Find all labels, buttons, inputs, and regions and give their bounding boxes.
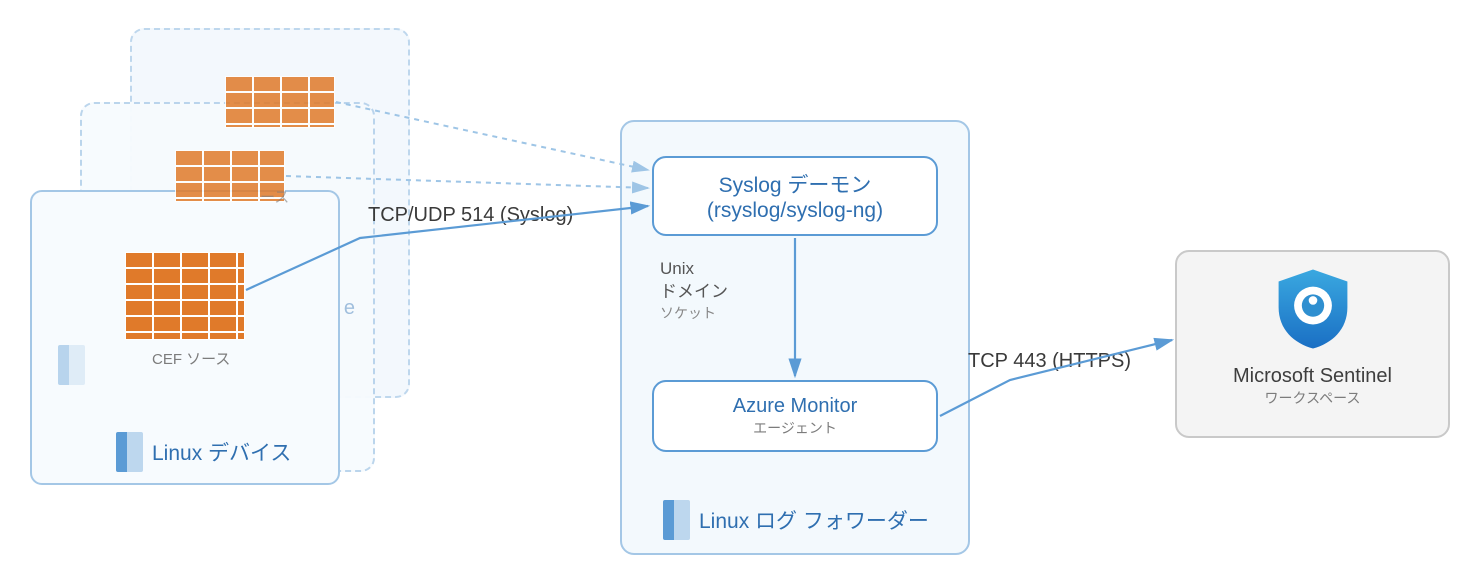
sentinel-shield-icon — [1270, 266, 1356, 352]
syslog-daemon-box: Syslog デーモン (rsyslog/syslog-ng) — [652, 156, 938, 236]
server-icon-ghost — [58, 345, 84, 385]
cef-source-label-ghost: ース — [260, 186, 289, 207]
ghost-text-e: e — [344, 297, 355, 320]
sentinel-box: Microsoft Sentinel ワークスペース — [1175, 250, 1450, 438]
azure-monitor-box: Azure Monitor エージェント — [652, 380, 938, 452]
unix-line3: ソケット — [660, 304, 728, 323]
syslog-daemon-line1: Syslog デーモン — [654, 169, 936, 199]
forwarder-label: Linux ログ フォワーダー — [699, 505, 929, 535]
azure-monitor-title: Azure Monitor — [654, 395, 936, 418]
firewall-icon — [125, 252, 245, 340]
cef-source-label: CEF ソース — [152, 348, 230, 369]
azure-monitor-sub: エージェント — [654, 418, 936, 438]
https-connection-label: TCP 443 (HTTPS) — [968, 350, 1131, 373]
sentinel-sub: ワークスペース — [1177, 388, 1448, 408]
server-icon — [116, 432, 142, 472]
sentinel-title: Microsoft Sentinel — [1177, 365, 1448, 388]
unix-domain-socket-label: Unix ドメイン ソケット — [660, 258, 728, 323]
forwarder-footer: Linux ログ フォワーダー — [663, 500, 929, 540]
firewall-icon-ghost2 — [225, 76, 335, 128]
linux-device-footer: Linux デバイス — [116, 432, 291, 472]
unix-line2: ドメイン — [660, 281, 728, 304]
unix-line1: Unix — [660, 258, 728, 281]
linux-device-label: Linux デバイス — [152, 437, 291, 467]
server-icon-forwarder — [663, 500, 689, 540]
syslog-daemon-line2: (rsyslog/syslog-ng) — [654, 199, 936, 223]
syslog-connection-label: TCP/UDP 514 (Syslog) — [368, 204, 573, 227]
